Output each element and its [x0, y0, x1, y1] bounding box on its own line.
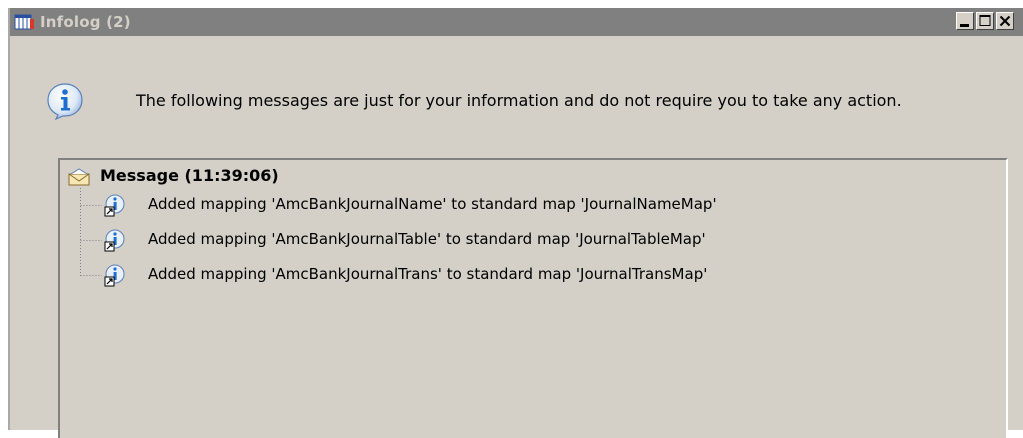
infolog-app-icon: [14, 13, 36, 31]
message-group-label: Message (11:39:06): [100, 166, 279, 185]
maximize-icon: [979, 15, 991, 26]
infolog-window: Infolog (2) The following messages are j…: [8, 8, 1023, 438]
close-button[interactable]: [996, 12, 1014, 30]
title-bar[interactable]: Infolog (2): [10, 8, 1023, 36]
window-title: Infolog (2): [40, 13, 131, 31]
minimize-button[interactable]: [956, 12, 974, 30]
info-message-text: The following messages are just for your…: [136, 91, 902, 110]
minimize-icon: [960, 24, 969, 27]
message-text: Added mapping 'AmcBankJournalName' to st…: [148, 195, 717, 213]
info-shortcut-icon: [100, 193, 126, 219]
info-shortcut-icon: [100, 228, 126, 254]
close-icon: [999, 15, 1011, 27]
info-shortcut-icon: [100, 263, 126, 289]
message-tree-panel[interactable]: Message (11:39:06) Added mapping 'AmcBan…: [58, 158, 1008, 438]
maximize-button[interactable]: [976, 12, 994, 30]
message-text: Added mapping 'AmcBankJournalTable' to s…: [148, 230, 706, 248]
message-text: Added mapping 'AmcBankJournalTrans' to s…: [148, 265, 708, 283]
message-envelope-icon: [68, 168, 90, 186]
information-icon: [46, 82, 84, 121]
